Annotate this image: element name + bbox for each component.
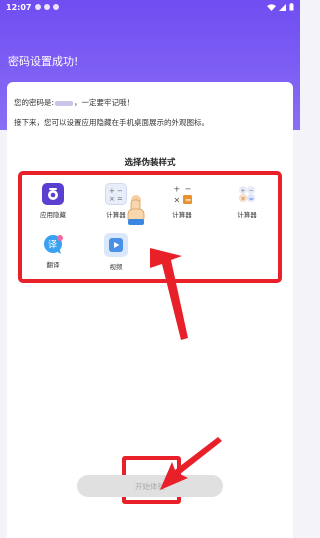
calculator-icon-light: + − × = [105, 183, 127, 205]
page-title: 密码设置成功! [8, 55, 79, 68]
instruction-text: 接下来，您可以设置应用隐藏在手机桌面展示的外观图标。 [14, 118, 209, 127]
notification-icon [35, 4, 42, 10]
disguise-option-app-hide[interactable]: 应用隐藏 [33, 183, 73, 219]
translate-icon: 译 [42, 233, 64, 255]
svg-text:+: + [174, 185, 181, 194]
status-bar: 12:07 [0, 0, 300, 14]
svg-text:=: = [185, 196, 192, 205]
signal-icon [279, 3, 286, 11]
notification-icon [53, 4, 60, 10]
svg-text:−: − [117, 187, 123, 195]
svg-text:=: = [249, 196, 254, 203]
disguise-section-title: 选择伪装样式 [124, 158, 176, 168]
svg-text:译: 译 [48, 240, 57, 251]
svg-text:−: − [249, 188, 254, 195]
start-experience-button[interactable]: 开始体验 [77, 475, 223, 497]
svg-text:=: = [117, 195, 123, 203]
password-message-prefix: 您的密码是: [14, 98, 55, 107]
disguise-option-calculator-1[interactable]: + − × = 计算器 [96, 183, 136, 219]
calculator-dots-icon: + − × = [236, 183, 258, 205]
status-time: 12:07 [6, 2, 32, 12]
notification-icon [44, 4, 51, 10]
disguise-option-label: 计算器 [172, 211, 192, 219]
battery-icon [289, 3, 294, 11]
calculator-icon: + − × = [171, 183, 193, 205]
disguise-option-translate[interactable]: 译 翻译 [33, 233, 73, 269]
password-message-suffix: ，一定要牢记哦！ [74, 98, 135, 107]
purple-camera-icon [42, 183, 64, 205]
disguise-option-video[interactable]: 视频 [96, 233, 136, 271]
disguise-option-label: 视频 [109, 263, 123, 271]
disguise-option-label: 应用隐藏 [40, 211, 66, 219]
video-play-icon [104, 233, 128, 257]
svg-text:×: × [109, 195, 115, 203]
svg-text:−: − [185, 185, 192, 194]
disguise-option-label: 计算器 [237, 211, 257, 219]
disguise-option-calculator-2[interactable]: + − × = 计算器 [162, 183, 202, 219]
disguise-option-label: 翻译 [46, 261, 60, 269]
svg-text:×: × [174, 196, 181, 205]
svg-text:×: × [241, 196, 246, 203]
password-value-blurred [55, 100, 74, 106]
disguise-option-calculator-3[interactable]: + − × = 计算器 [227, 183, 267, 219]
svg-text:+: + [109, 187, 115, 195]
password-message: 您的密码是: ，一定要牢记哦！ [14, 97, 134, 108]
wifi-icon [267, 3, 276, 11]
svg-text:+: + [240, 188, 245, 195]
disguise-option-label: 计算器 [106, 211, 126, 219]
